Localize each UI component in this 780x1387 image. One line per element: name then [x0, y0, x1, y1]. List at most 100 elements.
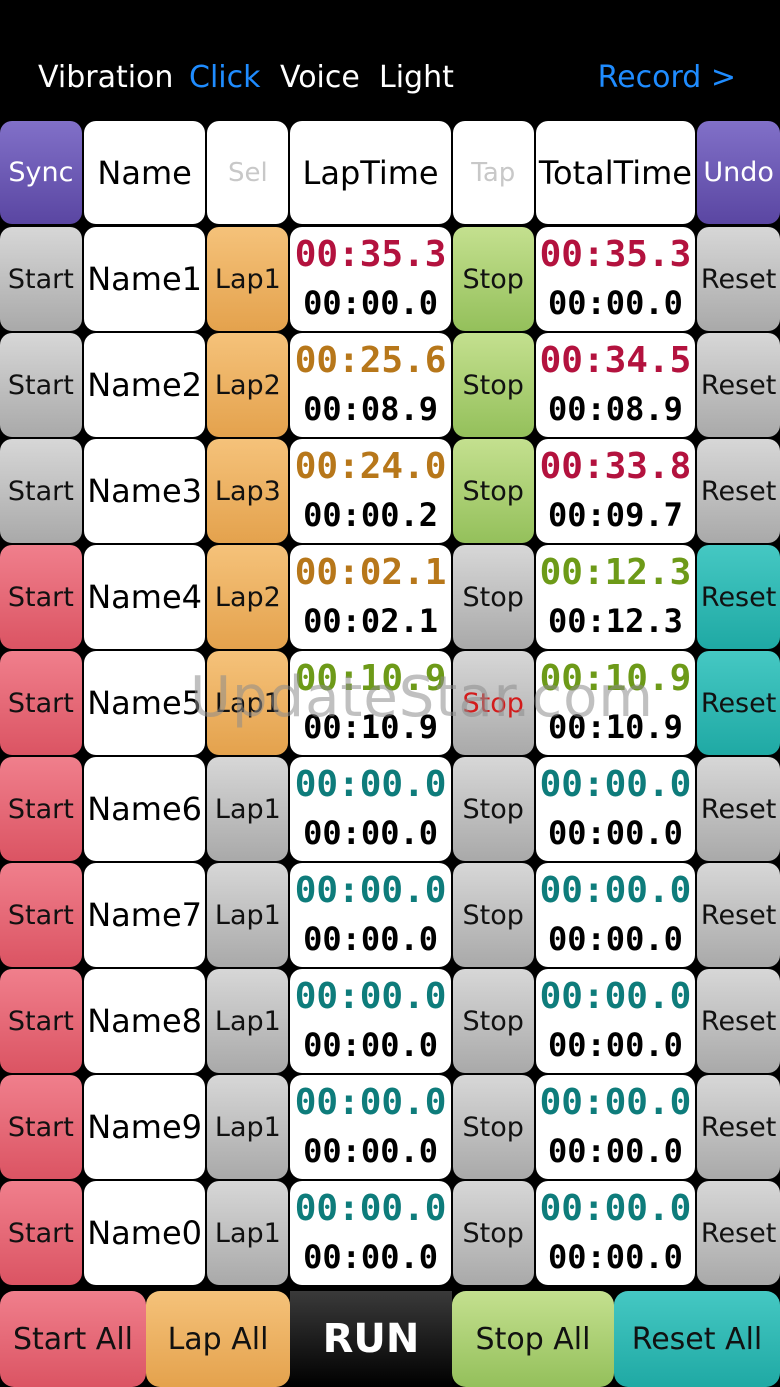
- start-button[interactable]: Start: [0, 333, 82, 437]
- lap-time-current: 00:35.3: [294, 234, 447, 275]
- stop-button[interactable]: Stop: [452, 1075, 534, 1179]
- lap-time-display: 00:00.0 00:00.0: [290, 1181, 451, 1285]
- lap-time-split: 00:00.0: [303, 920, 438, 958]
- lap-button[interactable]: Lap2: [207, 333, 289, 437]
- start-button[interactable]: Start: [0, 969, 82, 1073]
- total-time-split: 00:09.7: [548, 496, 683, 534]
- reset-button[interactable]: Reset: [697, 545, 780, 649]
- lap-button[interactable]: Lap2: [207, 545, 289, 649]
- runner-name[interactable]: Name0: [83, 1181, 206, 1285]
- runner-row: Start Name5 Lap1 00:10.9 00:10.9 Stop 00…: [0, 651, 780, 755]
- runner-name[interactable]: Name6: [83, 757, 206, 861]
- runner-name[interactable]: Name8: [83, 969, 206, 1073]
- lap-button[interactable]: Lap1: [207, 757, 289, 861]
- start-button[interactable]: Start: [0, 227, 82, 331]
- total-time-display: 00:34.5 00:08.9: [535, 333, 696, 437]
- lap-button[interactable]: Lap1: [207, 969, 289, 1073]
- lap-time-current: 00:00.0: [294, 1188, 447, 1229]
- runner-name[interactable]: Name3: [83, 439, 206, 543]
- lap-time-current: 00:24.0: [294, 446, 447, 487]
- light-option[interactable]: Light: [379, 60, 454, 95]
- lap-time-display: 00:24.0 00:00.2: [290, 439, 451, 543]
- runner-row: Start Name1 Lap1 00:35.3 00:00.0 Stop 00…: [0, 227, 780, 331]
- runner-name[interactable]: Name2: [83, 333, 206, 437]
- lap-time-display: 00:35.3 00:00.0: [290, 227, 451, 331]
- runner-row: Start Name0 Lap1 00:00.0 00:00.0 Stop 00…: [0, 1181, 780, 1285]
- lap-time-split: 00:00.0: [303, 1132, 438, 1170]
- lap-time-current: 00:25.6: [294, 340, 447, 381]
- total-time-current: 00:00.0: [539, 1082, 692, 1123]
- total-time-display: 00:00.0 00:00.0: [535, 1075, 696, 1179]
- reset-button[interactable]: Reset: [697, 1181, 780, 1285]
- lap-button[interactable]: Lap3: [207, 439, 289, 543]
- total-time-split: 00:00.0: [548, 1132, 683, 1170]
- record-link[interactable]: Record >: [598, 60, 736, 95]
- sync-button[interactable]: Sync: [0, 121, 82, 224]
- runner-name[interactable]: Name7: [83, 863, 206, 967]
- lap-button[interactable]: Lap1: [207, 227, 289, 331]
- run-status[interactable]: RUN: [290, 1291, 452, 1387]
- start-button[interactable]: Start: [0, 545, 82, 649]
- lap-time-display: 00:00.0 00:00.0: [290, 863, 451, 967]
- sel-header[interactable]: Sel: [207, 121, 289, 224]
- lap-time-split: 00:00.0: [303, 1238, 438, 1276]
- runner-row: Start Name2 Lap2 00:25.6 00:08.9 Stop 00…: [0, 333, 780, 437]
- start-button[interactable]: Start: [0, 1075, 82, 1179]
- lap-time-split: 00:00.0: [303, 284, 438, 322]
- vibration-option[interactable]: Vibration: [38, 60, 173, 95]
- stopwatch-grid: Sync Name Sel LapTime Tap TotalTime Undo…: [0, 121, 780, 1287]
- runner-name[interactable]: Name4: [83, 545, 206, 649]
- reset-button[interactable]: Reset: [697, 333, 780, 437]
- runner-name[interactable]: Name9: [83, 1075, 206, 1179]
- reset-button[interactable]: Reset: [697, 227, 780, 331]
- start-button[interactable]: Start: [0, 757, 82, 861]
- options-bar: Vibration Click Voice Light Record >: [0, 0, 780, 120]
- header-row: Sync Name Sel LapTime Tap TotalTime Undo: [0, 121, 780, 224]
- start-button[interactable]: Start: [0, 651, 82, 755]
- reset-button[interactable]: Reset: [697, 439, 780, 543]
- total-time-current: 00:33.8: [539, 446, 692, 487]
- total-time-current: 00:12.3: [539, 552, 692, 593]
- click-option[interactable]: Click: [189, 60, 260, 95]
- reset-all-button[interactable]: Reset All: [614, 1291, 780, 1387]
- stop-button[interactable]: Stop: [452, 1181, 534, 1285]
- reset-button[interactable]: Reset: [697, 1075, 780, 1179]
- reset-button[interactable]: Reset: [697, 863, 780, 967]
- lap-button[interactable]: Lap1: [207, 1181, 289, 1285]
- lap-time-split: 00:02.1: [303, 602, 438, 640]
- stop-button[interactable]: Stop: [452, 969, 534, 1073]
- voice-option[interactable]: Voice: [280, 60, 360, 95]
- stop-all-button[interactable]: Stop All: [452, 1291, 614, 1387]
- total-time-split: 00:00.0: [548, 1026, 683, 1064]
- runner-row: Start Name7 Lap1 00:00.0 00:00.0 Stop 00…: [0, 863, 780, 967]
- stop-button[interactable]: Stop: [452, 545, 534, 649]
- total-time-current: 00:35.3: [539, 234, 692, 275]
- stop-button[interactable]: Stop: [452, 651, 534, 755]
- start-button[interactable]: Start: [0, 863, 82, 967]
- runner-row: Start Name4 Lap2 00:02.1 00:02.1 Stop 00…: [0, 545, 780, 649]
- reset-button[interactable]: Reset: [697, 651, 780, 755]
- total-time-split: 00:10.9: [548, 708, 683, 746]
- lap-button[interactable]: Lap1: [207, 863, 289, 967]
- lap-time-split: 00:00.0: [303, 1026, 438, 1064]
- tap-header[interactable]: Tap: [452, 121, 534, 224]
- reset-button[interactable]: Reset: [697, 969, 780, 1073]
- undo-button[interactable]: Undo: [697, 121, 780, 224]
- lap-button[interactable]: Lap1: [207, 651, 289, 755]
- runner-name[interactable]: Name1: [83, 227, 206, 331]
- stop-button[interactable]: Stop: [452, 227, 534, 331]
- total-time-display: 00:12.3 00:12.3: [535, 545, 696, 649]
- stop-button[interactable]: Stop: [452, 333, 534, 437]
- runner-name[interactable]: Name5: [83, 651, 206, 755]
- start-button[interactable]: Start: [0, 1181, 82, 1285]
- total-time-display: 00:00.0 00:00.0: [535, 757, 696, 861]
- start-all-button[interactable]: Start All: [0, 1291, 146, 1387]
- start-button[interactable]: Start: [0, 439, 82, 543]
- lap-button[interactable]: Lap1: [207, 1075, 289, 1179]
- stop-button[interactable]: Stop: [452, 863, 534, 967]
- lap-all-button[interactable]: Lap All: [146, 1291, 290, 1387]
- lap-time-display: 00:00.0 00:00.0: [290, 969, 451, 1073]
- stop-button[interactable]: Stop: [452, 439, 534, 543]
- stop-button[interactable]: Stop: [452, 757, 534, 861]
- reset-button[interactable]: Reset: [697, 757, 780, 861]
